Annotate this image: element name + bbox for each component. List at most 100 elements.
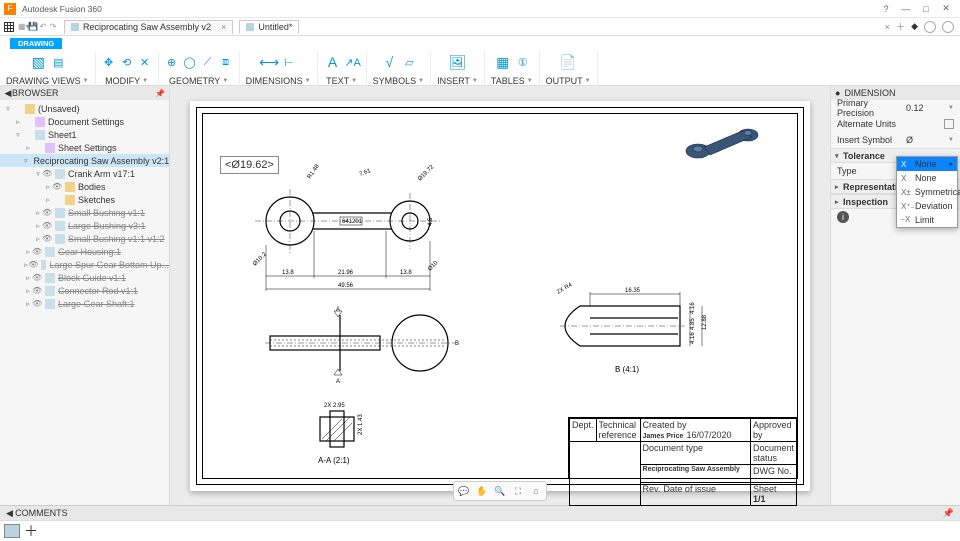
- dropdown-option[interactable]: XNone: [897, 171, 957, 185]
- edge-ext-icon[interactable]: ⟋: [201, 55, 215, 69]
- surface-icon[interactable]: √: [380, 53, 398, 71]
- comments-bar[interactable]: ◀ COMMENTS 📌: [0, 505, 960, 520]
- pin-icon[interactable]: 📌: [155, 89, 165, 98]
- tolerance-type-dropdown: XNone▸ XNone X±Symmetrical X⁺₋Deviation …: [896, 156, 958, 228]
- help-icon[interactable]: [942, 21, 954, 33]
- text-icon[interactable]: A: [324, 53, 342, 71]
- tree-node[interactable]: ▹Sketches: [0, 193, 169, 206]
- add-sheet-icon[interactable]: ＋: [24, 521, 38, 541]
- zoom-window-icon[interactable]: ⛶: [510, 484, 526, 498]
- pdf-icon[interactable]: 📄: [559, 53, 577, 71]
- image-icon[interactable]: 🖼: [448, 53, 466, 71]
- tree-node[interactable]: ▿Reciprocating Saw Assembly v2:1: [0, 154, 169, 167]
- svg-text:Ø19.72: Ø19.72: [417, 163, 436, 182]
- projected-view-icon[interactable]: ▤: [51, 55, 65, 69]
- tree-node[interactable]: ▹👁Large Bushing v3:1: [0, 219, 169, 232]
- save-icon[interactable]: 💾: [28, 22, 38, 31]
- alternate-units-row[interactable]: Alternate Units: [831, 116, 960, 132]
- base-view-icon[interactable]: ▧: [29, 53, 47, 71]
- drawing-doc-icon: [246, 23, 254, 31]
- maximize-icon[interactable]: □: [916, 2, 936, 16]
- document-tab[interactable]: Untitled*: [239, 20, 299, 34]
- panel-title: DIMENSION: [844, 88, 895, 98]
- redo-icon[interactable]: ↷: [48, 22, 58, 31]
- tree-node[interactable]: ▿(Unsaved): [0, 102, 169, 115]
- pan-icon[interactable]: ✋: [474, 484, 490, 498]
- dropdown-option[interactable]: XNone▸: [897, 157, 957, 171]
- tree-node[interactable]: ▹Sheet Settings: [0, 141, 169, 154]
- balloon-icon[interactable]: ①: [516, 55, 530, 69]
- dimension-panel: ●DIMENSION Primary Precision 0.12▼ Alter…: [830, 86, 960, 505]
- edge-icon[interactable]: ⧈: [219, 55, 233, 69]
- tree-node[interactable]: ▹👁Large Gear Shaft:1: [0, 297, 169, 310]
- insert-symbol-row[interactable]: Insert Symbol Ø▼: [831, 132, 960, 148]
- primary-precision-row[interactable]: Primary Precision 0.12▼: [831, 100, 960, 116]
- svg-text:641201: 641201: [342, 219, 363, 225]
- fit-icon[interactable]: ⌂: [528, 484, 544, 498]
- tab-label: Untitled*: [258, 22, 292, 32]
- timeline: ＋: [0, 520, 960, 540]
- ordinate-icon[interactable]: ⊢: [282, 55, 296, 69]
- ribbon-group-tables: ▦① TABLES▼: [485, 52, 540, 86]
- tree-node[interactable]: ▿Sheet1: [0, 128, 169, 141]
- pin-icon[interactable]: 📌: [943, 508, 954, 519]
- leader-icon[interactable]: ↗A: [346, 55, 360, 69]
- document-tab[interactable]: Reciprocating Saw Assembly v2 ×: [64, 20, 233, 34]
- user-avatar-icon[interactable]: [924, 21, 936, 33]
- svg-text:13.8: 13.8: [282, 270, 294, 276]
- svg-text:A: A: [336, 307, 340, 313]
- svg-text:B: B: [455, 341, 459, 347]
- tree-node[interactable]: ▹Document Settings: [0, 115, 169, 128]
- tree-node[interactable]: ▹👁Small Bushing v1:1: [0, 206, 169, 219]
- table-icon[interactable]: ▦: [494, 53, 512, 71]
- title-block: Dept. Technical reference Created byJame…: [568, 417, 798, 479]
- dimension-icon[interactable]: ⟷: [260, 53, 278, 71]
- comment-icon[interactable]: 💬: [456, 484, 472, 498]
- svg-text:4.16: 4.16: [690, 301, 696, 313]
- rotate-icon[interactable]: ⟲: [120, 55, 134, 69]
- svg-text:A: A: [336, 379, 340, 385]
- zoom-icon[interactable]: 🔍: [492, 484, 508, 498]
- ribbon-group-geometry: ⊕ ◯ ⟋ ⧈ GEOMETRY▼: [159, 52, 240, 86]
- dropdown-option[interactable]: X⁺₋Deviation: [897, 199, 957, 213]
- info-icon[interactable]: i: [837, 211, 849, 223]
- tab-label: Reciprocating Saw Assembly v2: [83, 22, 211, 32]
- svg-text:13.8: 13.8: [400, 270, 412, 276]
- delete-icon[interactable]: ✕: [138, 55, 152, 69]
- checkbox-icon[interactable]: [944, 119, 954, 129]
- dimension-input[interactable]: <Ø19.62>: [220, 156, 279, 174]
- tree-node[interactable]: ▿👁Crank Arm v17:1: [0, 167, 169, 180]
- centerline-icon[interactable]: ⊕: [165, 55, 179, 69]
- tree-node[interactable]: ▹👁Connector Rod v1:1: [0, 284, 169, 297]
- tree-node[interactable]: ▹👁Bodies: [0, 180, 169, 193]
- svg-text:2X 2.95: 2X 2.95: [324, 403, 345, 409]
- file-menu-icon[interactable]: ▦▾: [18, 22, 28, 31]
- minimize-icon[interactable]: —: [896, 2, 916, 16]
- close-tab-icon[interactable]: ×: [221, 22, 226, 32]
- dropdown-option[interactable]: X±Symmetrical: [897, 185, 957, 199]
- help-icon[interactable]: ?: [876, 2, 896, 16]
- svg-text:A-A (2:1): A-A (2:1): [318, 456, 350, 465]
- close-tab-icon[interactable]: ×: [885, 22, 890, 32]
- svg-text:7.61: 7.61: [359, 168, 373, 178]
- tree-node[interactable]: ▹👁Gear Housing:1: [0, 245, 169, 258]
- new-tab-icon[interactable]: ＋: [896, 20, 905, 33]
- close-icon[interactable]: ✕: [936, 2, 956, 16]
- svg-text:4.85: 4.85: [690, 317, 696, 329]
- drawing-doc-icon: [71, 23, 79, 31]
- drawing-canvas[interactable]: 13.8 21.96 13.8 49.56 Ø10.2 Ø10 Ø19.72 7…: [170, 86, 830, 505]
- workspace-tag[interactable]: DRAWING: [10, 38, 62, 49]
- centermark-icon[interactable]: ◯: [183, 55, 197, 69]
- datum-icon[interactable]: ▱: [402, 55, 416, 69]
- sheet-thumb[interactable]: [4, 524, 20, 538]
- svg-text:21.96: 21.96: [338, 270, 354, 276]
- data-panel-icon[interactable]: [4, 22, 14, 32]
- tree-node[interactable]: ▹👁Small Bushing v1:1 v1:2: [0, 232, 169, 245]
- svg-text:49.56: 49.56: [338, 283, 354, 289]
- tree-node[interactable]: ▹👁Block Guide v1:1: [0, 271, 169, 284]
- extensions-icon[interactable]: ◆: [911, 21, 918, 32]
- move-icon[interactable]: ✥: [102, 55, 116, 69]
- dropdown-option[interactable]: ⎯XLimit: [897, 213, 957, 227]
- undo-icon[interactable]: ↶: [38, 22, 48, 31]
- tree-node[interactable]: ▹👁Large Spur Gear Bottom Up...: [0, 258, 169, 271]
